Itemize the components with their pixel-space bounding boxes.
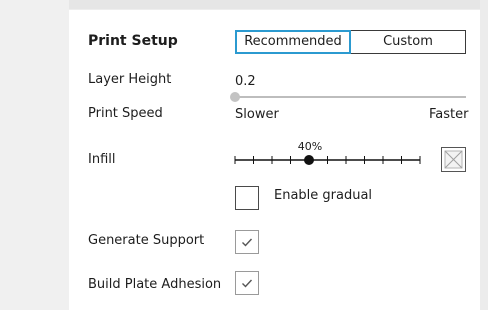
print-speed-slider-handle[interactable] bbox=[230, 92, 240, 102]
print-speed-faster-label: Faster bbox=[429, 107, 469, 122]
layer-height-value: 0.2 bbox=[235, 74, 256, 89]
checkmark-icon bbox=[242, 238, 253, 247]
enable-gradual-checkbox[interactable] bbox=[235, 186, 259, 210]
generate-support-label: Generate Support bbox=[88, 233, 205, 248]
print-speed-slower-label: Slower bbox=[235, 107, 279, 122]
print-speed-label: Print Speed bbox=[88, 106, 163, 121]
left-sidebar-area bbox=[0, 0, 69, 310]
generate-support-checkbox[interactable] bbox=[235, 230, 259, 254]
infill-pattern-icon[interactable] bbox=[441, 147, 466, 172]
print-setup-title: Print Setup bbox=[88, 33, 178, 49]
right-border bbox=[480, 0, 488, 310]
build-plate-adhesion-checkbox[interactable] bbox=[235, 271, 259, 295]
infill-slider[interactable]: 40% bbox=[232, 138, 424, 178]
infill-label: Infill bbox=[88, 152, 116, 167]
infill-slider-handle[interactable] bbox=[304, 155, 314, 165]
tab-custom[interactable]: Custom bbox=[351, 30, 466, 54]
layer-height-label: Layer Height bbox=[88, 72, 172, 87]
enable-gradual-label: Enable gradual bbox=[274, 188, 373, 203]
top-border bbox=[0, 0, 488, 9]
tab-recommended[interactable]: Recommended bbox=[235, 30, 351, 54]
print-speed-slider-track[interactable] bbox=[235, 96, 466, 98]
build-plate-adhesion-label: Build Plate Adhesion bbox=[88, 277, 222, 292]
infill-percent-label: 40% bbox=[298, 140, 322, 153]
infill-pattern-glyph bbox=[444, 150, 463, 169]
checkmark-icon bbox=[242, 279, 253, 288]
